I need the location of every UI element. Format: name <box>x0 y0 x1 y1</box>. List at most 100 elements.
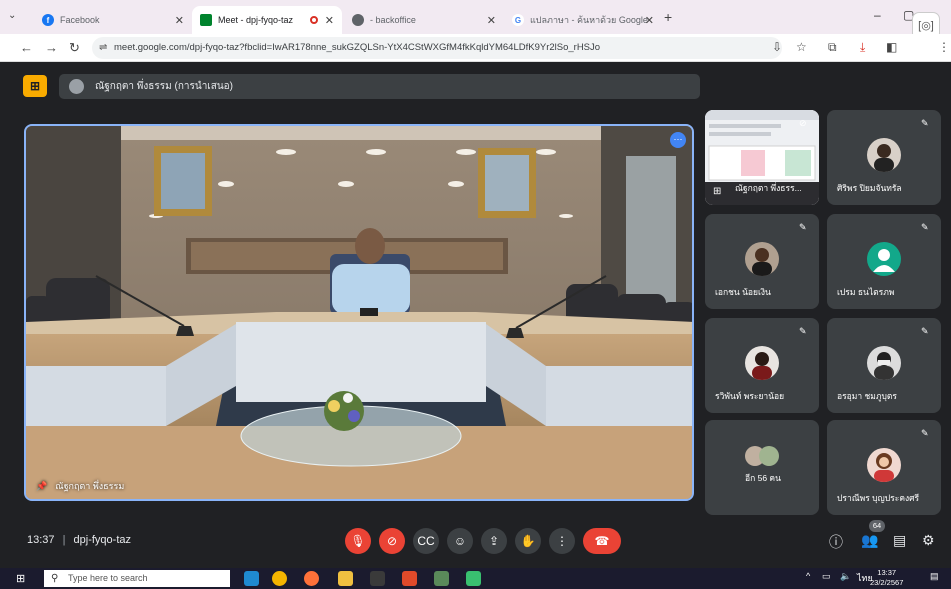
more-options-icon[interactable]: ⋯ <box>670 132 686 148</box>
app-icon[interactable] <box>434 571 449 586</box>
tab-google-search[interactable]: G แปลภาษา - ค้นหาด้วย Google ✕ <box>504 6 662 34</box>
minimize-button[interactable]: – <box>874 8 881 22</box>
raise-hand-button[interactable]: ✋ <box>515 528 541 554</box>
download-icon[interactable]: ⇩ <box>772 40 782 54</box>
participant-name: รวิพันท์ พระยาน้อย <box>715 391 785 401</box>
mic-off-icon: ✎ <box>921 326 929 336</box>
forward-arrow-icon[interactable]: → <box>45 40 58 55</box>
downloads-icon[interactable]: ⤓ <box>860 40 865 55</box>
close-tab-icon[interactable]: ✕ <box>175 14 184 27</box>
meeting-info: 13:37 | dpj-fyqo-taz <box>27 534 131 546</box>
tab-title: Facebook <box>60 15 100 25</box>
mic-off-icon: ✎ <box>921 118 929 128</box>
presenter-bar[interactable]: ณัฐกฤตา พึ่งธรรม (การนำเสนอ) <box>59 74 700 99</box>
presenter-avatar <box>69 79 84 94</box>
avatar <box>867 448 901 482</box>
line-icon[interactable] <box>466 571 481 586</box>
search-icon: ⚲ <box>51 573 59 584</box>
participant-name: ศิริพร ปิยมจันทรัล <box>837 183 902 193</box>
chat-icon[interactable]: ▤ <box>893 532 906 549</box>
meet-window: ⊞ ณัฐกฤตา พึ่งธรรม (การนำเสนอ) ⋯ 📌 ณัฐกฤ… <box>0 62 951 568</box>
presentation-icon[interactable]: ⊞ <box>23 75 47 97</box>
notifications-icon[interactable]: ▤ <box>930 571 939 582</box>
conference-room-video <box>26 126 692 499</box>
facebook-icon: f <box>42 14 54 26</box>
captions-button[interactable]: CC <box>413 528 439 554</box>
taskbar-search-input[interactable]: ⚲ Type here to search <box>44 570 230 587</box>
more-options-button[interactable]: ⋮ <box>549 528 575 554</box>
edge-icon[interactable] <box>244 571 259 586</box>
meeting-controls-bar: 13:37 | dpj-fyqo-taz 🎙 ⊘ CC ☺ ⇪ ✋ ⋮ ☎ ⓘ … <box>0 520 951 568</box>
tab-meet[interactable]: Meet - dpj-fyqo-taz ✕ <box>192 6 342 34</box>
main-video-tile[interactable]: ⋯ 📌 ณัฐกฤตา พึ่งธรรม <box>24 124 694 501</box>
browser-tab-bar: ⌄ f Facebook ✕ Meet - dpj-fyqo-taz ✕ - b… <box>0 0 951 40</box>
participant-name: ปราณีพร บุญประคงศรี <box>837 493 920 503</box>
close-tab-icon[interactable]: ✕ <box>645 14 654 27</box>
mic-off-icon: ✎ <box>921 428 929 438</box>
bookmark-star-icon[interactable]: ☆ <box>796 40 807 54</box>
participant-name: ณัฐกฤตา พึ่งธรร... <box>735 183 802 193</box>
volume-icon[interactable]: 🔈 <box>840 571 851 582</box>
activities-icon[interactable]: ⚙ <box>922 532 935 549</box>
tab-title: - backoffice <box>370 15 416 25</box>
participant-tile-6[interactable]: ✎ ปราณีพร บุญประคงศรี <box>827 420 941 515</box>
tab-backoffice[interactable]: - backoffice ✕ <box>344 6 504 34</box>
browser-toolbar: ← → ↻ ⇌ meet.google.com/dpj-fyqo-taz?fbc… <box>0 34 951 62</box>
mic-off-button[interactable]: 🎙 <box>345 528 371 554</box>
firefox-icon[interactable] <box>304 571 319 586</box>
taskbar-clock[interactable]: 13:37 23/2/2567 <box>870 568 903 588</box>
present-screen-icon: ⇪ <box>488 534 500 548</box>
info-icon[interactable]: ⓘ <box>829 532 843 552</box>
avatar <box>867 138 901 172</box>
participant-tile-5[interactable]: ✎ อรอุมา ชมภูบุตร <box>827 318 941 413</box>
new-tab-button[interactable]: + <box>664 9 672 25</box>
screen: ⌄ f Facebook ✕ Meet - dpj-fyqo-taz ✕ - b… <box>0 0 951 589</box>
leave-call-button[interactable]: ☎ <box>583 528 621 554</box>
terminal-icon[interactable] <box>370 571 385 586</box>
tab-search-icon[interactable]: ⌄ <box>8 10 16 21</box>
tab-facebook[interactable]: f Facebook ✕ <box>34 6 192 34</box>
tab-title: Meet - dpj-fyqo-taz <box>218 15 294 25</box>
participant-tile-3[interactable]: ✎ เปรม ธนไตรภพ <box>827 214 941 309</box>
chrome-icon[interactable] <box>272 571 287 586</box>
globe-icon <box>352 14 364 26</box>
google-icon: G <box>512 14 524 26</box>
file-explorer-icon[interactable] <box>338 571 353 586</box>
participant-tile-1[interactable]: ✎ ศิริพร ปิยมจันทรัล <box>827 110 941 205</box>
presenter-label: ณัฐกฤตา พึ่งธรรม (การนำเสนอ) <box>95 81 233 92</box>
taskbar-search-placeholder: Type here to search <box>68 573 148 583</box>
main-speaker-label: 📌 ณัฐกฤตา พึ่งธรรม <box>36 479 124 493</box>
people-icon[interactable]: 👥 <box>861 532 878 549</box>
tray-overflow-icon[interactable]: ^ <box>806 571 810 581</box>
participant-tile-screenshare[interactable]: ⊘ ณัฐกฤตา พึ่งธรร... ⊞ <box>705 110 819 205</box>
participant-tile-4[interactable]: ✎ รวิพันท์ พระยาน้อย <box>705 318 819 413</box>
emoji-button[interactable]: ☺ <box>447 528 473 554</box>
side-panel-icon[interactable]: ◧ <box>886 40 897 54</box>
meeting-code: dpj-fyqo-taz <box>73 534 131 546</box>
windows-taskbar: ⊞ ⚲ Type here to search ^ ▭ 🔈 ไทย 13:37 … <box>0 568 951 589</box>
site-info-icon[interactable]: ⇌ <box>99 37 107 59</box>
pin-icon[interactable]: 📌 <box>36 481 47 492</box>
extensions-icon[interactable]: ⧉ <box>828 40 837 55</box>
clock-time: 13:37 <box>877 568 897 577</box>
close-tab-icon[interactable]: ✕ <box>325 14 334 27</box>
url-text: meet.google.com/dpj-fyqo-taz?fbclid=IwAR… <box>114 42 601 53</box>
present-button[interactable]: ⇪ <box>481 528 507 554</box>
close-tab-icon[interactable]: ✕ <box>487 14 496 27</box>
camera-off-icon: ⊘ <box>386 534 398 548</box>
windows-start-icon[interactable]: ⊞ <box>16 572 25 585</box>
app-icon[interactable] <box>402 571 417 586</box>
back-arrow-icon[interactable]: ← <box>20 40 33 55</box>
camera-off-button[interactable]: ⊘ <box>379 528 405 554</box>
participant-name: อรอุมา ชมภูบุตร <box>837 391 897 401</box>
clock-date: 23/2/2567 <box>870 578 904 587</box>
reload-icon[interactable]: ↻ <box>69 40 80 56</box>
participant-tile-2[interactable]: ✎ เอกชน น้อยเงิน <box>705 214 819 309</box>
network-icon[interactable]: ▭ <box>822 571 831 582</box>
tab-title: แปลภาษา - ค้นหาด้วย Google <box>530 15 648 25</box>
address-bar[interactable]: ⇌ meet.google.com/dpj-fyqo-taz?fbclid=Iw… <box>92 37 782 59</box>
default-avatar-icon <box>867 242 901 276</box>
participant-tile-more[interactable]: อีก 56 คน <box>705 420 819 515</box>
mic-off-icon: ✎ <box>799 326 807 336</box>
menu-kebab-icon[interactable]: ⋮ <box>938 40 950 54</box>
